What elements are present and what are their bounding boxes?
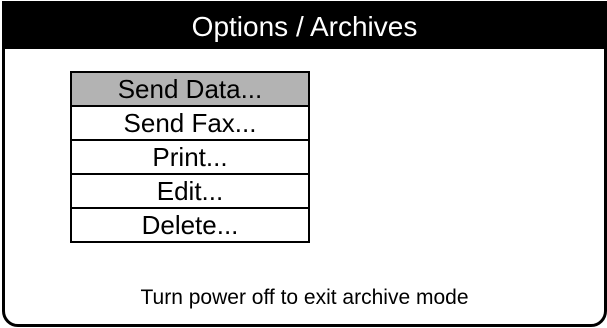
- menu-item-delete[interactable]: Delete...: [72, 209, 308, 243]
- archive-options-menu: Send Data... Send Fax... Print... Edit..…: [70, 71, 310, 243]
- window-title: Options / Archives: [191, 11, 418, 42]
- menu-item-send-fax[interactable]: Send Fax...: [72, 107, 308, 141]
- window-title-bar: Options / Archives: [5, 4, 604, 49]
- menu-item-edit[interactable]: Edit...: [72, 175, 308, 209]
- menu-item-print[interactable]: Print...: [72, 141, 308, 175]
- menu-item-send-data[interactable]: Send Data...: [72, 73, 308, 107]
- status-message: Turn power off to exit archive mode: [140, 286, 469, 309]
- options-archives-window: Options / Archives Send Data... Send Fax…: [2, 1, 607, 327]
